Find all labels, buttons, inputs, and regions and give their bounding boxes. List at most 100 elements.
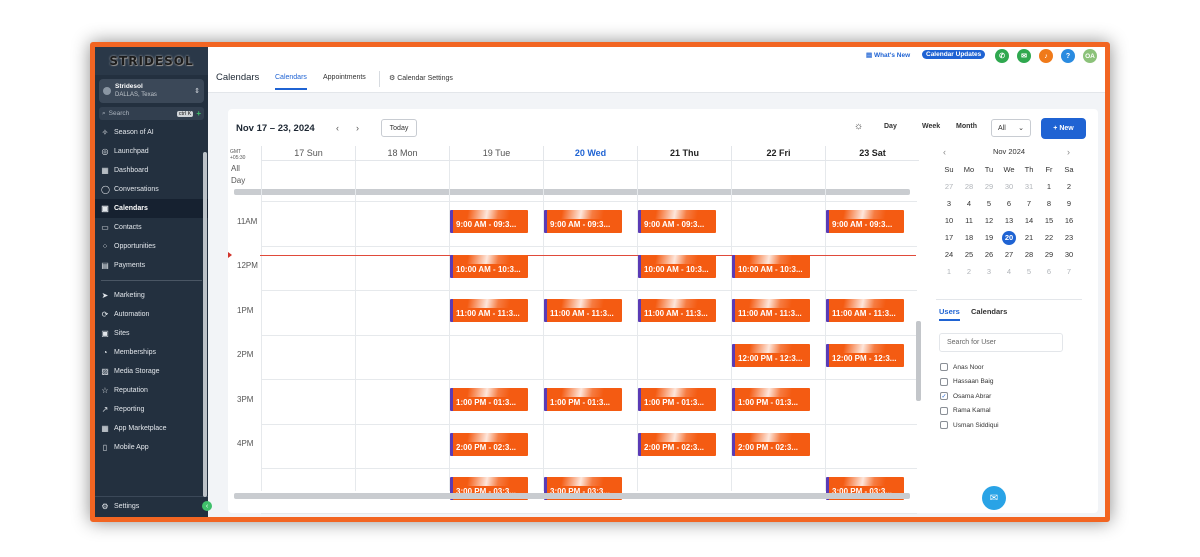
sidebar-item-reporting[interactable]: ↗ Reporting — [95, 400, 208, 419]
event-block[interactable]: 11:00 AM - 11:3... — [638, 299, 716, 322]
sidebar-item-reputation[interactable]: ☆ Reputation — [95, 381, 208, 400]
next-week-icon[interactable]: › — [356, 123, 359, 133]
event-block[interactable]: 1:00 PM - 01:3... — [732, 388, 810, 411]
day-header-4[interactable]: 21 Thu — [637, 146, 731, 161]
mini-day[interactable]: 4 — [999, 265, 1019, 282]
mini-day[interactable]: 19 — [979, 231, 999, 248]
tab-calendars[interactable]: Calendars — [275, 74, 307, 90]
tab-user-calendars[interactable]: Calendars — [971, 307, 1007, 316]
sidebar-item-app-marketplace[interactable]: ▦ App Marketplace — [95, 419, 208, 438]
event-block[interactable]: 12:00 PM - 12:3... — [732, 343, 810, 367]
mini-day[interactable]: 1 — [1039, 180, 1059, 197]
sidebar-search[interactable]: ⌕ Search ctrl K + — [99, 107, 204, 120]
sidebar-item-conversations[interactable]: ◯ Conversations — [95, 180, 208, 199]
tab-users[interactable]: Users — [939, 307, 960, 321]
event-block[interactable]: 11:00 AM - 11:3... — [450, 299, 528, 322]
event-block[interactable]: 10:00 AM - 10:3... — [638, 254, 716, 278]
mini-day[interactable]: 28 — [959, 180, 979, 197]
user-row[interactable]: Rama Kamal — [940, 406, 991, 415]
mini-day[interactable]: 11 — [959, 214, 979, 231]
event-block[interactable]: 2:00 PM - 02:3... — [450, 432, 528, 456]
view-day-button[interactable]: Day — [884, 123, 897, 130]
user-checkbox[interactable] — [940, 363, 948, 371]
sidebar-item-media-storage[interactable]: ▨ Media Storage — [95, 362, 208, 381]
mini-day[interactable]: 1 — [939, 265, 959, 282]
mini-day[interactable]: 20 — [999, 231, 1019, 248]
sidebar-item-opportunities[interactable]: ⁘ Opportunities — [95, 237, 208, 256]
next-month-icon[interactable]: › — [1067, 147, 1070, 157]
event-block[interactable]: 11:00 AM - 11:3... — [544, 299, 622, 322]
whats-new-link[interactable]: ▤ What's New — [866, 51, 910, 59]
avatar[interactable]: OA — [1083, 49, 1097, 63]
bell-icon[interactable]: ♪ — [1039, 49, 1053, 63]
mini-day[interactable]: 5 — [979, 197, 999, 214]
mini-day[interactable]: 9 — [1059, 197, 1079, 214]
user-row[interactable]: Hassaan Baig — [940, 377, 993, 386]
help-icon[interactable]: ? — [1061, 49, 1075, 63]
user-row[interactable]: ✓ Osama Abrar — [940, 392, 991, 400]
event-block[interactable]: 1:00 PM - 01:3... — [638, 388, 716, 411]
megaphone-icon[interactable]: ✉ — [1017, 49, 1031, 63]
quick-add-icon[interactable]: + — [196, 109, 201, 118]
mini-day[interactable]: 17 — [939, 231, 959, 248]
mini-day[interactable]: 13 — [999, 214, 1019, 231]
user-checkbox[interactable] — [940, 406, 948, 415]
user-row[interactable]: Usman Siddiqui — [940, 421, 999, 429]
day-header-0[interactable]: 17 Sun — [261, 146, 355, 161]
mini-day[interactable]: 26 — [979, 248, 999, 265]
sidebar-scrollbar[interactable] — [203, 152, 207, 497]
view-month-button[interactable]: Month — [956, 123, 977, 130]
mini-day[interactable]: 18 — [959, 231, 979, 248]
event-block[interactable]: 1:00 PM - 01:3... — [450, 388, 528, 411]
sidebar-item-payments[interactable]: ▤ Payments — [95, 256, 208, 275]
event-block[interactable]: 9:00 AM - 09:3... — [450, 210, 528, 233]
mini-day[interactable]: 10 — [939, 214, 959, 231]
brightness-icon[interactable]: ☼ — [854, 121, 863, 132]
day-header-5[interactable]: 22 Fri — [731, 146, 825, 161]
day-header-3[interactable]: 20 Wed — [543, 146, 637, 161]
mini-day[interactable]: 22 — [1039, 231, 1059, 248]
mini-day[interactable]: 8 — [1039, 197, 1059, 214]
mini-day[interactable]: 4 — [959, 197, 979, 214]
new-event-button[interactable]: + New — [1041, 118, 1086, 139]
sidebar-item-marketing[interactable]: ➤ Marketing — [95, 286, 208, 305]
sidebar-item-dashboard[interactable]: ▦ Dashboard — [95, 161, 208, 180]
mini-day[interactable]: 6 — [1039, 265, 1059, 282]
tab-calendar-settings[interactable]: ⚙ Calendar Settings — [389, 74, 453, 82]
mini-day[interactable]: 6 — [999, 197, 1019, 214]
mini-day[interactable]: 2 — [959, 265, 979, 282]
day-header-1[interactable]: 18 Mon — [355, 146, 449, 161]
sidebar-item-settings[interactable]: ⚙ Settings ‹ — [95, 496, 212, 515]
mini-day[interactable]: 2 — [1059, 180, 1079, 197]
event-block[interactable]: 10:00 AM - 10:3... — [450, 254, 528, 278]
sidebar-item-mobile-app[interactable]: ▯ Mobile App — [95, 438, 208, 457]
sidebar-item-automation[interactable]: ⟳ Automation — [95, 305, 208, 324]
event-block[interactable]: 1:00 PM - 01:3... — [544, 388, 622, 411]
account-switcher[interactable]: Stridesol DALLAS, Texas ⇕ — [99, 79, 204, 103]
event-block[interactable]: 11:00 AM - 11:3... — [732, 299, 810, 322]
mini-day[interactable]: 29 — [979, 180, 999, 197]
mini-day[interactable]: 27 — [999, 248, 1019, 265]
sidebar-item-memberships[interactable]: ◔ Memberships — [95, 343, 208, 362]
mini-day[interactable]: 24 — [939, 248, 959, 265]
mini-day[interactable]: 25 — [959, 248, 979, 265]
mini-day[interactable]: 30 — [999, 180, 1019, 197]
mini-day[interactable]: 5 — [1019, 265, 1039, 282]
all-day-scrollbar[interactable] — [234, 189, 910, 195]
event-block[interactable]: 11:00 AM - 11:3... — [826, 299, 904, 322]
tab-appointments[interactable]: Appointments — [323, 74, 366, 81]
grid-vertical-scrollbar[interactable] — [915, 201, 922, 513]
mini-day[interactable]: 23 — [1059, 231, 1079, 248]
mini-day[interactable]: 30 — [1059, 248, 1079, 265]
mini-day[interactable]: 15 — [1039, 214, 1059, 231]
event-block[interactable]: 12:00 PM - 12:3... — [826, 343, 904, 367]
mini-day[interactable]: 7 — [1059, 265, 1079, 282]
mini-day[interactable]: 12 — [979, 214, 999, 231]
grid-horizontal-scrollbar[interactable] — [234, 493, 910, 499]
event-block[interactable]: 10:00 AM - 10:3... — [732, 254, 810, 278]
mini-day[interactable]: 14 — [1019, 214, 1039, 231]
sidebar-item-support[interactable]: ?Support — [95, 457, 208, 458]
calendar-updates-badge[interactable]: Calendar Updates — [922, 50, 986, 59]
today-button[interactable]: Today — [381, 119, 417, 137]
scroll-thumb[interactable] — [916, 321, 921, 401]
